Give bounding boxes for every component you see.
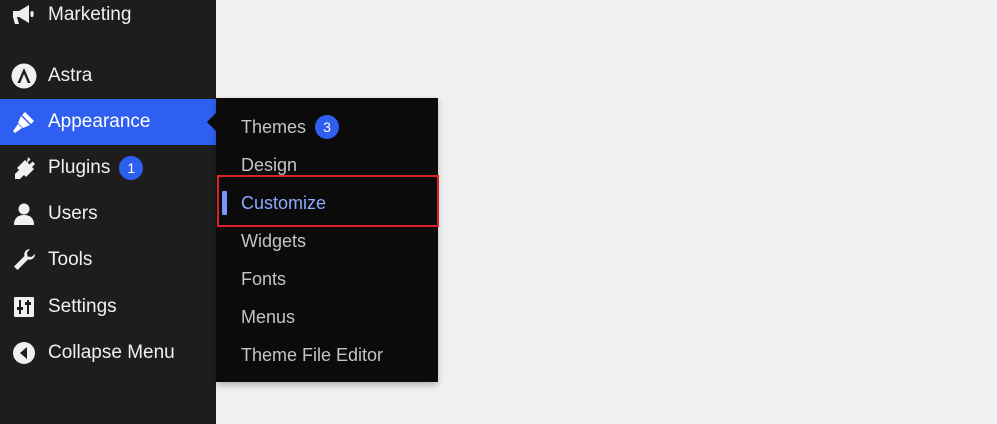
sidebar-item-label: Marketing [48, 4, 132, 25]
user-icon [11, 201, 37, 227]
admin-sidebar: Marketing Astra Appearance Plugins 1 Use… [0, 0, 216, 424]
submenu-item-fonts[interactable]: Fonts [216, 260, 438, 298]
wrench-icon [11, 247, 37, 273]
sidebar-item-label: Users [48, 203, 98, 224]
submenu-item-design[interactable]: Design [216, 146, 438, 184]
submenu-item-menus[interactable]: Menus [216, 298, 438, 336]
sidebar-item-plugins[interactable]: Plugins 1 [0, 145, 216, 191]
sidebar-item-label: Appearance [48, 111, 151, 132]
submenu-item-label: Customize [241, 192, 327, 213]
submenu-item-label: Menus [241, 306, 296, 327]
sidebar-item-label: Tools [48, 249, 93, 270]
collapse-arrow-icon [11, 340, 37, 366]
sidebar-item-users[interactable]: Users [0, 191, 216, 237]
themes-update-count-badge: 3 [315, 115, 340, 139]
plug-icon [11, 155, 37, 181]
plugin-update-count-badge: 1 [119, 156, 144, 180]
astra-logo-icon [11, 63, 37, 89]
sidebar-item-tools[interactable]: Tools [0, 237, 216, 283]
sidebar-item-settings[interactable]: Settings [0, 284, 216, 330]
submenu-item-label: Themes [241, 116, 307, 137]
submenu-item-label: Theme File Editor [241, 344, 384, 365]
submenu-item-label: Widgets [241, 230, 307, 251]
submenu-item-label: Fonts [241, 268, 287, 289]
sidebar-item-label: Astra [48, 65, 93, 86]
sidebar-item-label: Collapse Menu [48, 342, 175, 363]
sliders-icon [11, 294, 37, 320]
sidebar-item-label: Plugins [48, 157, 111, 178]
submenu-item-customize[interactable]: Customize [216, 184, 438, 222]
submenu-item-theme-file-editor[interactable]: Theme File Editor [216, 336, 438, 374]
sidebar-item-appearance[interactable]: Appearance [0, 99, 216, 145]
submenu-item-widgets[interactable]: Widgets [216, 222, 438, 260]
megaphone-icon [11, 2, 37, 28]
appearance-submenu: Themes 3 Design Customize Widgets Fonts … [216, 98, 438, 382]
submenu-item-label: Design [241, 154, 298, 175]
paintbrush-icon [11, 109, 37, 135]
collapse-menu-button[interactable]: Collapse Menu [0, 330, 216, 376]
sidebar-item-astra[interactable]: Astra [0, 53, 216, 99]
sidebar-item-label: Settings [48, 296, 117, 317]
current-item-indicator [222, 191, 227, 215]
submenu-item-themes[interactable]: Themes 3 [216, 108, 438, 146]
admin-page: Marketing Astra Appearance Plugins 1 Use… [0, 0, 997, 424]
sidebar-item-marketing[interactable]: Marketing [0, 0, 216, 38]
